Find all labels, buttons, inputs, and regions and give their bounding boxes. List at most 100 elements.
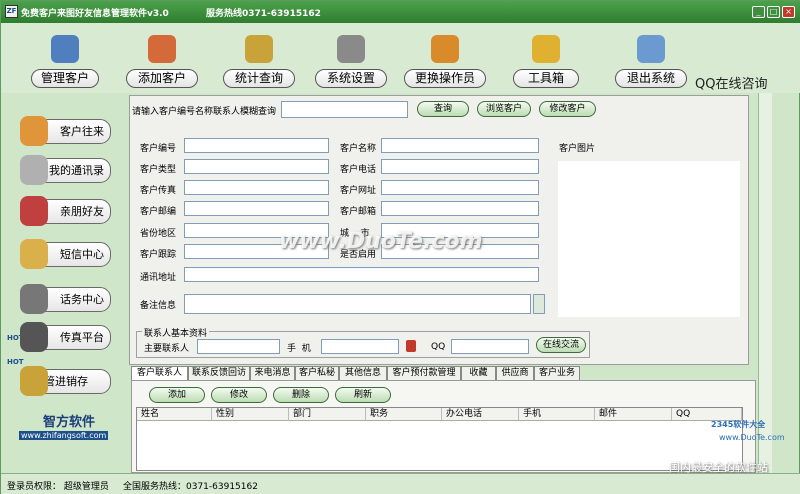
search-input[interactable] xyxy=(281,101,408,118)
tab-feedback[interactable]: 联系反馈回访 xyxy=(188,366,250,380)
main-scrollbar[interactable] xyxy=(758,93,772,473)
contacts-table[interactable]: 姓名 性别 部门 职务 办公电话 手机 邮件 QQ xyxy=(136,407,743,471)
field-label-customer-id: 客户编号 xyxy=(140,144,177,154)
column-header[interactable]: 邮件 xyxy=(595,408,672,421)
sidebar-item-label: 客户往来 xyxy=(60,125,104,138)
toolbar-add-customer[interactable]: 添加客户 xyxy=(126,35,198,91)
sidebar-item-label: 传真平台 xyxy=(60,331,104,344)
customer-zip-field[interactable] xyxy=(184,201,329,216)
tab-suppliers[interactable]: 供应商 xyxy=(496,366,534,380)
tab-other[interactable]: 其他信息 xyxy=(339,366,387,380)
toolbar-switch-operator[interactable]: 更换操作员 xyxy=(404,35,486,91)
person-icon xyxy=(51,35,79,63)
toolbar-label: 退出系统 xyxy=(615,69,687,88)
toolbar-manage-customers[interactable]: 管理客户 xyxy=(31,35,99,91)
toolbar-system-settings[interactable]: 系统设置 xyxy=(315,35,387,91)
tab-favorites[interactable]: 收藏 xyxy=(461,366,496,380)
mobile-label: 手 机 xyxy=(287,344,311,354)
edit-customer-button[interactable]: 修改客户 xyxy=(539,101,596,117)
customer-fax-field[interactable] xyxy=(184,180,329,195)
status-login-role: 登录员权限： 超级管理员 xyxy=(7,482,109,492)
window-title: 免费客户来图好友信息管理软件v3.0 xyxy=(21,9,169,19)
sidebar-item-call-center[interactable]: 话务中心 xyxy=(20,284,111,314)
friends-icon xyxy=(20,196,48,226)
inventory-icon xyxy=(20,366,48,396)
users-icon xyxy=(431,35,459,63)
sidebar-item-fax[interactable]: 传真平台 xyxy=(20,322,111,352)
query-button[interactable]: 查询 xyxy=(417,101,469,117)
qq-label: QQ xyxy=(431,342,446,352)
add-user-icon xyxy=(148,35,176,63)
sidebar-item-sms[interactable]: 短信中心 xyxy=(20,239,111,269)
settings-icon xyxy=(337,35,365,63)
toolbar-label: 管理客户 xyxy=(31,69,99,88)
qq-consult-link[interactable]: QQ在线咨询 xyxy=(695,73,767,92)
phone-icon[interactable] xyxy=(406,340,416,352)
field-label-customer-zip: 客户邮编 xyxy=(140,207,177,217)
qq-field[interactable] xyxy=(451,339,529,354)
sidebar-item-friends[interactable]: 亲朋好友 xyxy=(20,196,111,226)
sidebar-item-label: 我的通讯录 xyxy=(49,164,104,177)
headset-icon xyxy=(20,284,48,314)
address-field[interactable] xyxy=(184,267,539,282)
delete-contact-button[interactable]: 删除 xyxy=(273,387,329,403)
customer-id-field[interactable] xyxy=(184,138,329,153)
tab-business[interactable]: 客户业务 xyxy=(534,366,580,380)
column-header[interactable]: 部门 xyxy=(289,408,366,421)
tab-calls[interactable]: 来电消息 xyxy=(250,366,295,380)
customer-email-field[interactable] xyxy=(381,201,539,216)
tab-prepayment[interactable]: 客户预付款管理 xyxy=(387,366,461,380)
stats-icon xyxy=(245,35,273,63)
customer-phone-field[interactable] xyxy=(381,159,539,174)
refresh-button[interactable]: 刷新 xyxy=(335,387,391,403)
toolbar-exit[interactable]: 退出系统 xyxy=(615,35,687,91)
column-header[interactable]: 性别 xyxy=(212,408,289,421)
logo-url: www.zhifangsoft.com xyxy=(19,431,109,440)
sidebar-item-address-book[interactable]: 我的通讯录 xyxy=(20,155,111,185)
column-header[interactable]: 手机 xyxy=(519,408,595,421)
search-label: 请输入客户编号名称联系人模糊查询 xyxy=(132,107,277,117)
add-contact-button[interactable]: 添加 xyxy=(149,387,205,403)
tab-contacts[interactable]: 客户联系人 xyxy=(131,366,188,380)
status-bar: 登录员权限： 超级管理员 全国服务热线：0371-63915162 xyxy=(1,473,800,494)
sidebar-item-label: 亲朋好友 xyxy=(60,205,104,218)
customer-type-field[interactable] xyxy=(184,159,329,174)
field-label-customer-fax: 客户传真 xyxy=(140,186,177,196)
restore-button[interactable]: □ xyxy=(767,6,780,18)
toolbar-label: 添加客户 xyxy=(126,69,198,88)
primary-contact-label: 主要联系人 xyxy=(144,344,190,354)
toolbar-toolbox[interactable]: 工具箱 xyxy=(513,35,579,91)
sidebar-item-label: 管进销存 xyxy=(44,375,88,388)
close-button[interactable]: × xyxy=(782,6,795,18)
tab-private[interactable]: 客户私秘 xyxy=(295,366,339,380)
customer-image-label: 客户图片 xyxy=(559,144,596,154)
mobile-field[interactable] xyxy=(321,339,399,354)
toolbar-statistics[interactable]: 统计查询 xyxy=(223,35,295,91)
field-label-follow-up: 客户跟踪 xyxy=(140,250,177,260)
sidebar-item-label: 短信中心 xyxy=(60,248,104,261)
toolbar: 管理客户 添加客户 统计查询 系统设置 更换操作员 工具箱 退出系统 QQ在线咨… xyxy=(1,23,800,93)
toolbar-label: 系统设置 xyxy=(315,69,387,88)
field-label-customer-name: 客户名称 xyxy=(340,144,377,154)
company-logo[interactable]: 智方软件 www.zhifangsoft.com xyxy=(15,409,115,449)
watermark: www.DuoTe.com xyxy=(279,229,483,254)
sidebar-item-inventory[interactable]: 管进销存 xyxy=(20,366,111,396)
notes-scrollbar[interactable] xyxy=(533,294,545,314)
column-header[interactable]: 办公电话 xyxy=(442,408,519,421)
title-hotline: 服务热线0371-63915162 xyxy=(206,9,321,19)
toolbar-label: 统计查询 xyxy=(223,69,295,88)
column-header[interactable]: 职务 xyxy=(366,408,442,421)
online-chat-button[interactable]: 在线交流 xyxy=(536,337,586,353)
sidebar-item-customer-contacts[interactable]: 客户往来 xyxy=(20,116,111,146)
browse-customers-button[interactable]: 浏览客户 xyxy=(477,101,531,117)
edit-contact-button[interactable]: 修改 xyxy=(211,387,267,403)
field-label-customer-email: 客户邮箱 xyxy=(340,207,377,217)
corner-watermark-tag: 2345软件大全 xyxy=(711,420,766,429)
customer-name-field[interactable] xyxy=(381,138,539,153)
customer-website-field[interactable] xyxy=(381,180,539,195)
column-header[interactable]: 姓名 xyxy=(137,408,212,421)
customer-image-box[interactable] xyxy=(558,161,740,317)
minimize-button[interactable]: _ xyxy=(752,6,765,18)
primary-contact-field[interactable] xyxy=(197,339,280,354)
notes-field[interactable] xyxy=(184,294,531,314)
